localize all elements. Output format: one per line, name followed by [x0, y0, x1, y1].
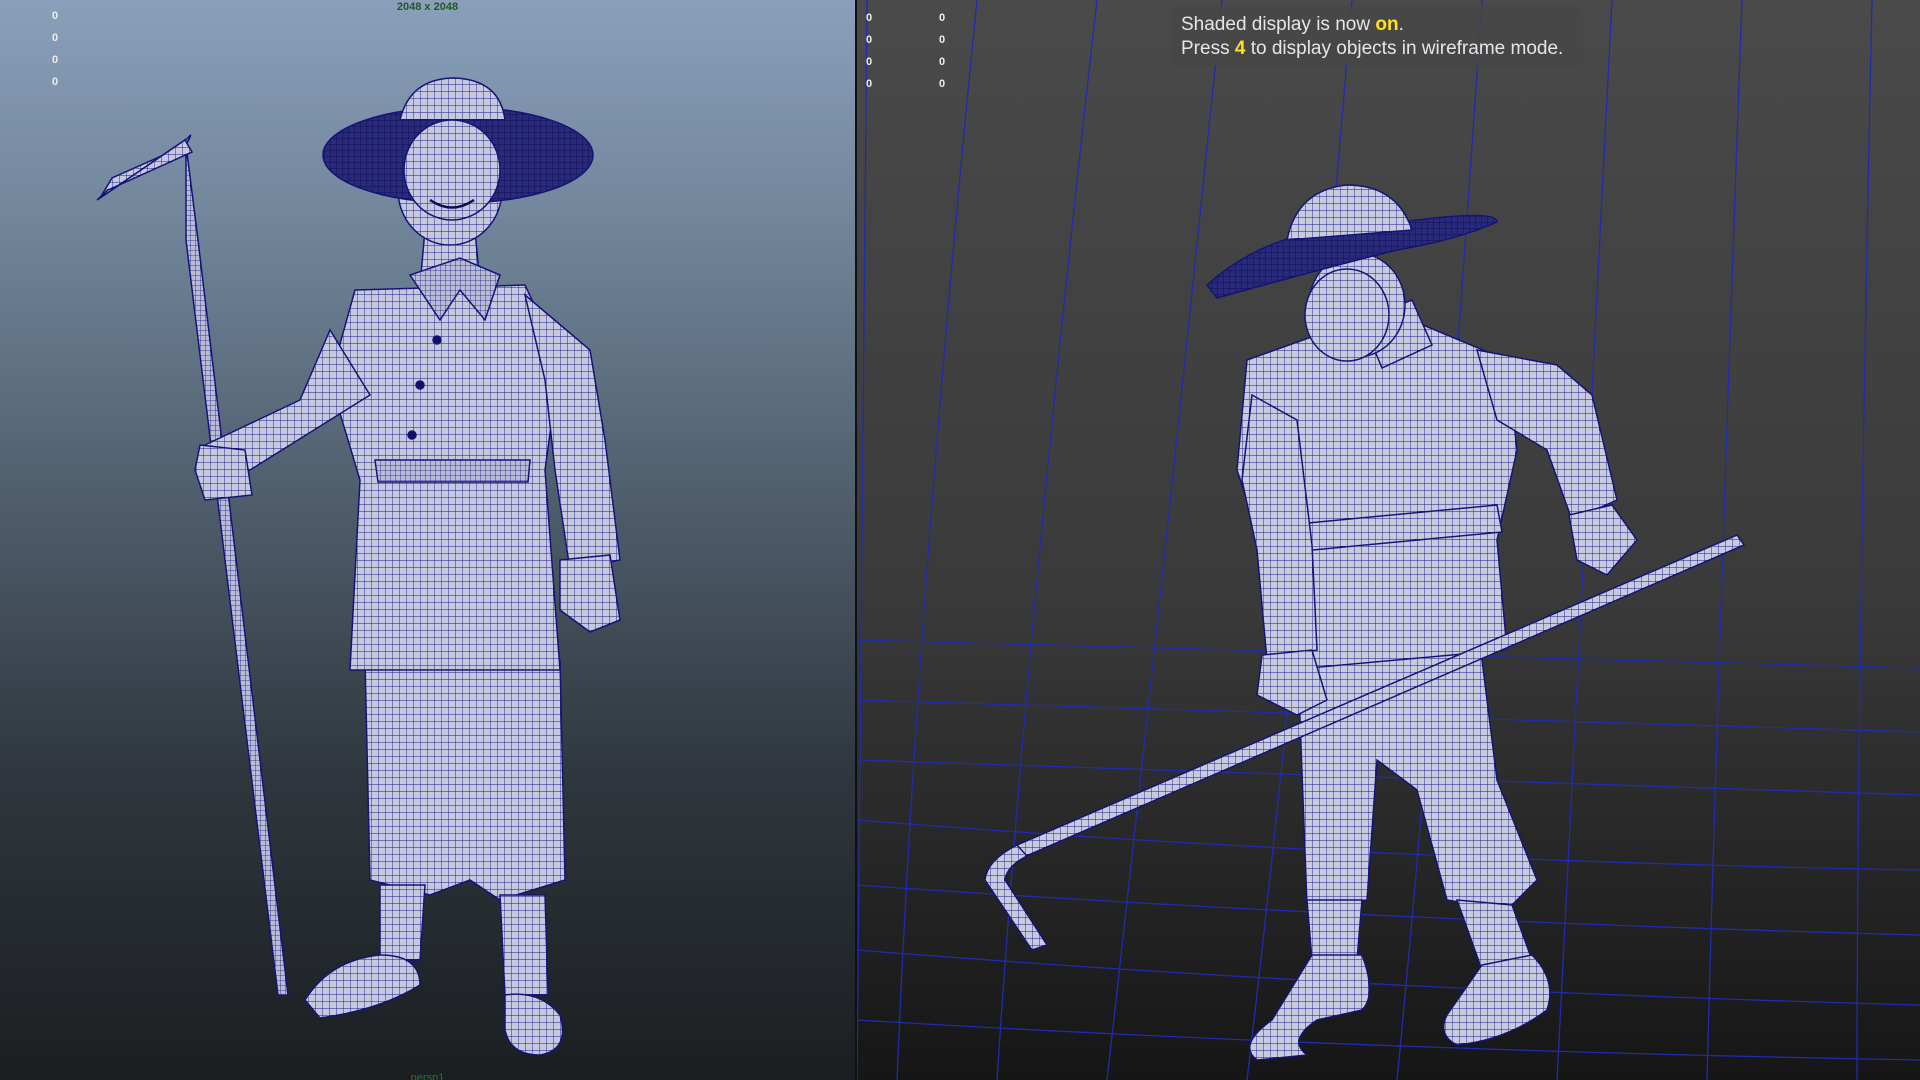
hat-crown — [399, 77, 506, 121]
shoe-left — [304, 954, 421, 1019]
hoe-pole — [185, 144, 289, 996]
hand-right — [559, 554, 621, 633]
viewport-left[interactable]: 2048 x 2048 0 0 0 0 persp1 — [0, 0, 855, 1080]
shoe-left — [1248, 954, 1371, 1061]
maya-workspace: 2048 x 2048 0 0 0 0 persp1 0 0 0 0 0 0 0… — [0, 0, 1920, 1080]
farmer-model-hoeing[interactable] — [857, 0, 1920, 1080]
shoe-right — [504, 993, 564, 1056]
viewport-right[interactable]: 0 0 0 0 0 0 0 0 Shaded display is now on… — [857, 0, 1920, 1080]
belt — [374, 459, 531, 483]
hat-crown — [1286, 184, 1414, 241]
farmer-model-front[interactable] — [0, 0, 855, 1080]
camera-name-label: persp1 — [410, 1072, 445, 1080]
hand-left — [194, 444, 253, 501]
shoe-right — [1442, 954, 1551, 1046]
pants — [364, 659, 566, 901]
hoe-blade — [984, 844, 1049, 951]
hand-right — [1568, 504, 1638, 576]
